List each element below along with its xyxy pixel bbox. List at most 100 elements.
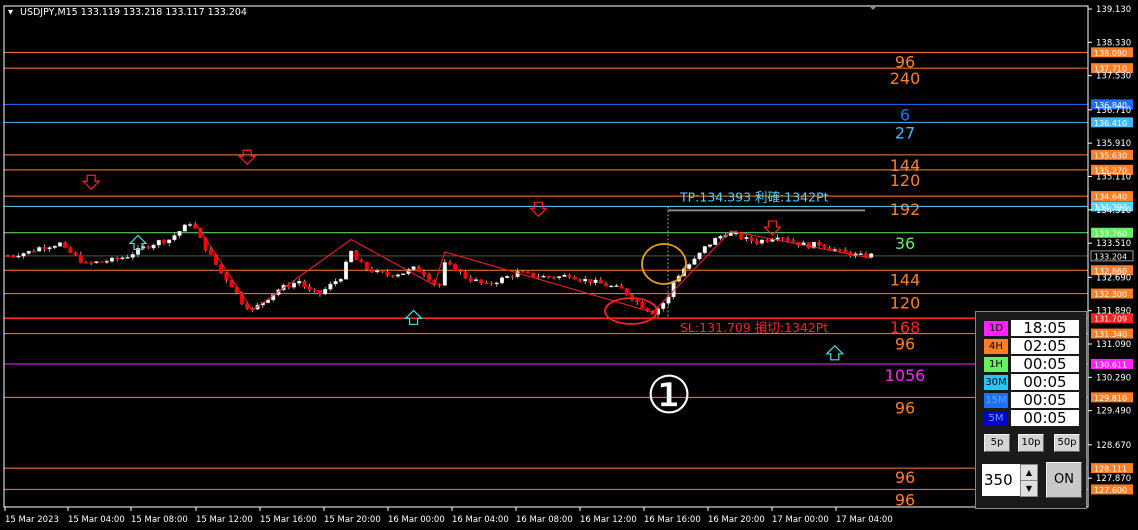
y-tick-label: 131.090 <box>1096 340 1131 350</box>
x-tick-label: 15 Mar 12:00 <box>196 515 253 525</box>
circled-number-label: ① <box>646 366 693 426</box>
bear-candle <box>422 271 427 275</box>
y-tick-label: 135.910 <box>1096 139 1131 149</box>
bear-candle <box>115 257 120 260</box>
bull-candle <box>411 266 416 270</box>
sl-label: SL:131.709 損切:1342Pt <box>680 320 828 335</box>
y-tick-label: 127.870 <box>1096 474 1131 484</box>
bear-candle <box>817 241 822 246</box>
bear-candle <box>11 255 16 258</box>
bull-candle <box>661 302 666 309</box>
bear-candle <box>780 237 785 239</box>
level-price-label: 131.340 <box>1094 330 1127 339</box>
bear-candle <box>390 275 395 277</box>
level-annotation: 6 <box>900 105 910 124</box>
bear-candle <box>604 283 609 287</box>
arrow-up-icon[interactable]: ▲ <box>1020 464 1038 481</box>
bear-candle <box>786 238 791 241</box>
level-annotation: 1056 <box>885 366 926 385</box>
bull-candle <box>52 245 57 248</box>
bear-candle <box>354 250 359 261</box>
horizontal-levels: 138.09096 137.710240136.8406 136.41027135.… <box>4 47 1134 509</box>
bull-candle <box>323 288 328 295</box>
timeframe-label: 5M <box>984 411 1008 426</box>
down-arrow-icon <box>237 149 257 166</box>
bear-candle <box>567 274 572 278</box>
bull-candle <box>120 257 125 260</box>
level-price-label: 127.600 <box>1094 486 1127 495</box>
bull-candle <box>125 257 130 259</box>
on-button[interactable]: ON <box>1046 462 1082 498</box>
bull-candle <box>593 279 598 283</box>
bull-candle <box>728 233 733 236</box>
bear-candle <box>749 237 754 242</box>
bull-candle <box>130 254 135 258</box>
level-price-label: 128.111 <box>1094 465 1127 474</box>
countdown-time: 00:05 <box>1011 374 1079 390</box>
bear-candle <box>468 277 473 281</box>
timeframe-label: 30M <box>984 375 1008 390</box>
countdown-time: 00:05 <box>1011 410 1079 426</box>
level-annotation: 240 <box>890 69 921 88</box>
bear-candle <box>312 289 317 292</box>
step-50p-button[interactable]: 50p <box>1054 434 1080 452</box>
bear-candle <box>224 272 229 281</box>
bull-candle <box>687 264 692 269</box>
chart-title: USDJPY,M15 133.119 133.218 133.117 133.2… <box>20 7 247 18</box>
bull-candle <box>500 277 505 284</box>
bull-candle <box>187 224 192 226</box>
arrow-down-icon[interactable]: ▼ <box>1020 480 1038 497</box>
highlight-ellipse-orange <box>641 243 687 285</box>
bull-candle <box>182 224 187 232</box>
bull-candle <box>494 282 499 285</box>
tp-label: TP:134.393 利確:1342Pt <box>679 189 829 204</box>
bear-candle <box>479 279 484 283</box>
timeframe-label: 4H <box>984 339 1008 354</box>
y-tick-label: 129.490 <box>1096 407 1131 417</box>
time-axis: 15 Mar 2023 15 Mar 04:00 15 Mar 08:00 15 Ma… <box>4 507 893 525</box>
bear-candle <box>78 254 83 263</box>
bear-candle <box>572 277 577 280</box>
bear-candle <box>520 271 525 273</box>
y-tick-label: 131.890 <box>1096 307 1131 317</box>
bull-candle <box>172 235 177 240</box>
x-tick-label: 15 Mar 20:00 <box>324 515 381 525</box>
bear-candle <box>68 247 73 253</box>
bear-candle <box>838 249 843 251</box>
count-input[interactable]: 350 <box>982 464 1020 496</box>
bear-candle <box>437 283 442 286</box>
bear-candle <box>307 286 312 291</box>
bull-candle <box>151 244 156 249</box>
bear-candle <box>624 288 629 296</box>
x-tick-label: 17 Mar 04:00 <box>836 515 893 525</box>
bull-candle <box>338 278 343 282</box>
bull-candle <box>26 250 31 254</box>
bear-candle <box>42 247 47 250</box>
triangle-down-icon[interactable]: ▾ <box>8 7 13 18</box>
x-tick-label: 16 Mar 00:00 <box>388 515 445 525</box>
step-5p-button[interactable]: 5p <box>984 434 1010 452</box>
bear-candle <box>510 276 515 278</box>
step-10p-button[interactable]: 10p <box>1018 434 1044 452</box>
y-tick-label: 130.290 <box>1096 373 1131 383</box>
bull-candle <box>104 261 109 263</box>
price-chart[interactable]: 138.09096 137.710240136.8406 136.41027135.… <box>0 0 1138 530</box>
x-tick-label: 16 Mar 12:00 <box>580 515 637 525</box>
zigzag-line <box>194 222 872 313</box>
timer-panel: 1D 18:05 4H 02:05 1H 00:05 30M 00:05 15M 00:05 5M 0… <box>975 311 1087 509</box>
current-price-label: 133.204 <box>1094 252 1127 261</box>
bear-candle <box>32 250 37 253</box>
level-annotation: 192 <box>890 200 921 219</box>
y-tick-label: 137.530 <box>1096 72 1131 82</box>
bull-candle <box>37 247 42 252</box>
bull-candle <box>713 238 718 245</box>
bull-candle <box>333 281 338 285</box>
down-arrow-icon <box>528 201 548 218</box>
bear-candle <box>526 271 531 274</box>
timer-row: 1D 18:05 <box>984 320 1080 336</box>
bear-candle <box>203 237 208 251</box>
timer-row: 30M 00:05 <box>984 374 1080 390</box>
x-tick-label: 16 Mar 04:00 <box>452 515 509 525</box>
bull-candle <box>47 247 52 250</box>
bull-candle <box>156 240 161 246</box>
